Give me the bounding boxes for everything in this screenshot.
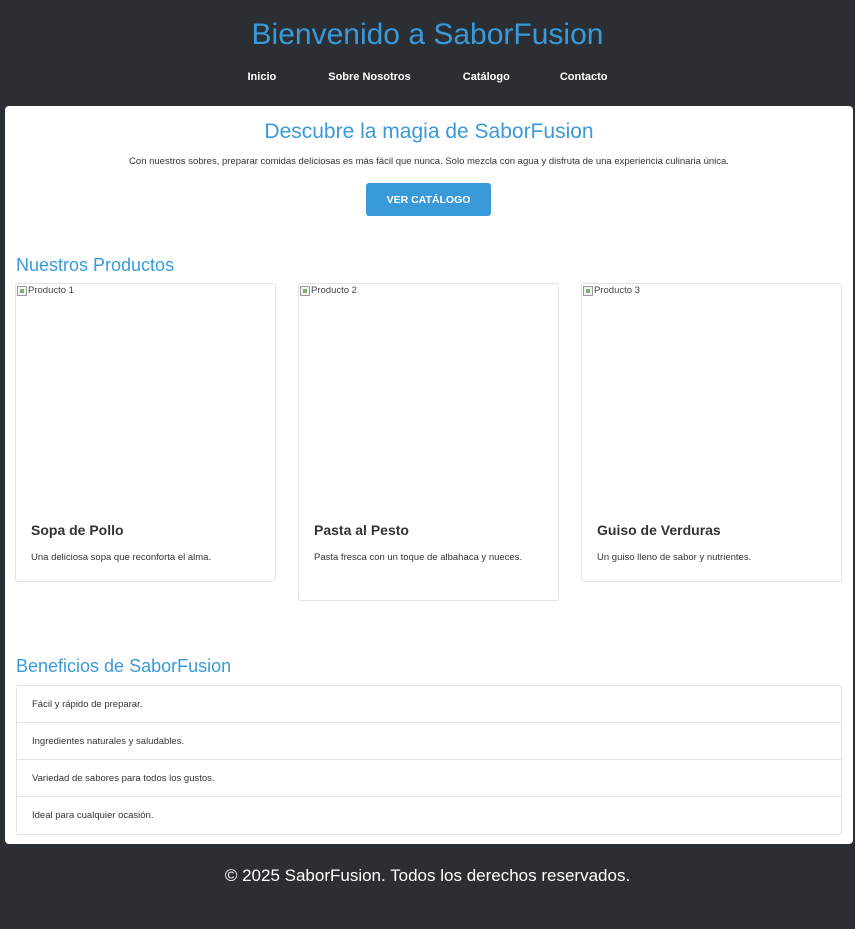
broken-image-icon [17, 286, 27, 296]
list-item: Ideal para cualquier ocasión. [32, 810, 154, 821]
product-image-alt: Producto 2 [311, 285, 357, 296]
list-item: Fácil y rápido de preparar. [17, 686, 841, 723]
list-item: Variedad de sabores para todos los gusto… [17, 760, 841, 797]
site-title: Bienvenido a SaborFusion [251, 18, 604, 51]
main-nav: Inicio Sobre Nosotros Catálogo Contacto [0, 71, 855, 83]
list-item: Ingredientes naturales y saludables. [17, 723, 841, 760]
product-description: Un guiso lleno de sabor y nutrientes. [597, 552, 752, 563]
nav-link-contacto[interactable]: Contacto [560, 71, 608, 83]
product-image-alt: Producto 3 [594, 285, 640, 296]
nav-link-catalogo[interactable]: Catálogo [463, 71, 510, 83]
benefits-list: Fácil y rápido de preparar. Ingredientes… [16, 685, 842, 835]
hero-title: Descubre la magia de SaborFusion [264, 120, 594, 143]
broken-image-icon [583, 286, 593, 296]
site-header: Bienvenido a SaborFusion Inicio Sobre No… [0, 0, 855, 106]
product-image: Producto 2 [300, 285, 357, 296]
benefits-title: Beneficios de SaborFusion [16, 656, 232, 676]
footer-text: © 2025 SaborFusion. Todos los derechos r… [224, 866, 631, 885]
product-card[interactable]: Producto 1 Sopa de Pollo Una deliciosa s… [15, 283, 276, 582]
main-content: Descubre la magia de SaborFusion Con nue… [5, 106, 853, 844]
product-name: Guiso de Verduras [597, 522, 721, 538]
products-title: Nuestros Productos [16, 255, 175, 275]
product-name: Sopa de Pollo [31, 522, 124, 538]
hero-text: Con nuestros sobres, preparar comidas de… [129, 156, 729, 167]
site-footer: © 2025 SaborFusion. Todos los derechos r… [0, 844, 855, 929]
nav-link-sobre-nosotros[interactable]: Sobre Nosotros [328, 71, 411, 83]
product-description: Pasta fresca con un toque de albahaca y … [314, 552, 523, 563]
product-image: Producto 1 [17, 285, 74, 296]
product-image-alt: Producto 1 [28, 285, 74, 296]
broken-image-icon [300, 286, 310, 296]
nav-link-inicio[interactable]: Inicio [248, 71, 277, 83]
product-description: Una deliciosa sopa que reconforta el alm… [31, 552, 212, 563]
product-image: Producto 3 [583, 285, 640, 296]
product-card[interactable]: Producto 3 Guiso de Verduras Un guiso ll… [581, 283, 842, 582]
view-catalog-button[interactable]: VER CATÁLOGO [366, 183, 491, 216]
product-card[interactable]: Producto 2 Pasta al Pesto Pasta fresca c… [298, 283, 559, 601]
product-name: Pasta al Pesto [314, 522, 409, 538]
